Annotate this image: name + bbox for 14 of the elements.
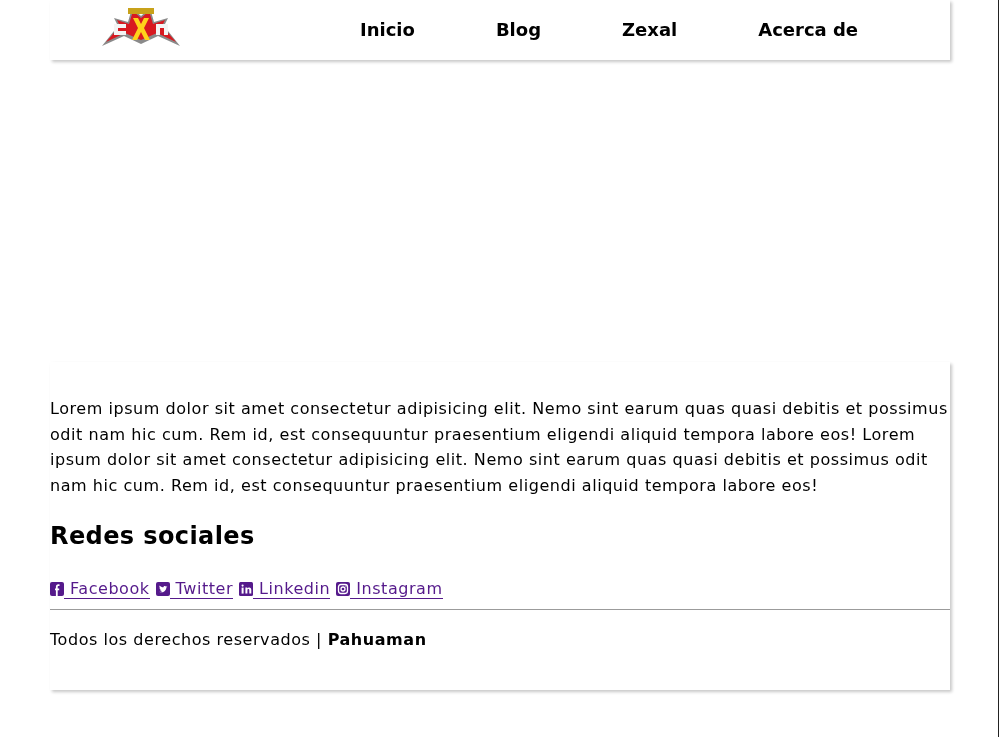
camera-square-icon [336,582,351,597]
body-paragraph: Lorem ipsum dolor sit amet consectetur adipisicing elit. Nemo sint earum quas quasi debitis et possimus odit nam hic cum. Rem id, est consequuntur praesentium eligendi aliquid tempora labore eos! Lorem ipsum dolor sit amet consectetur adipisicing elit. Nemo sint earum quas quasi debitis et possimus odit nam hic cum. Rem id, est consequuntur praesentium eligendi aliquid tempora labore eos! [50,398,949,497]
copyright-text: Todos los derechos reservados | Pahuaman [50,628,428,651]
nav-link[interactable]: Zexal [622,19,678,41]
social-link[interactable]: Instagram [336,579,443,599]
bird-square-icon [155,582,170,597]
social-link[interactable]: Linkedin [239,579,331,599]
social-link[interactable]: Facebook [50,579,150,599]
nav-link[interactable]: Acerca de [758,19,859,41]
nav-link[interactable]: Blog [495,19,542,41]
section-heading: Redes sociales [50,522,256,552]
letters-in-square-icon [239,582,254,597]
social-link[interactable]: Twitter [155,579,234,599]
nav-link[interactable]: Inicio [360,19,415,41]
